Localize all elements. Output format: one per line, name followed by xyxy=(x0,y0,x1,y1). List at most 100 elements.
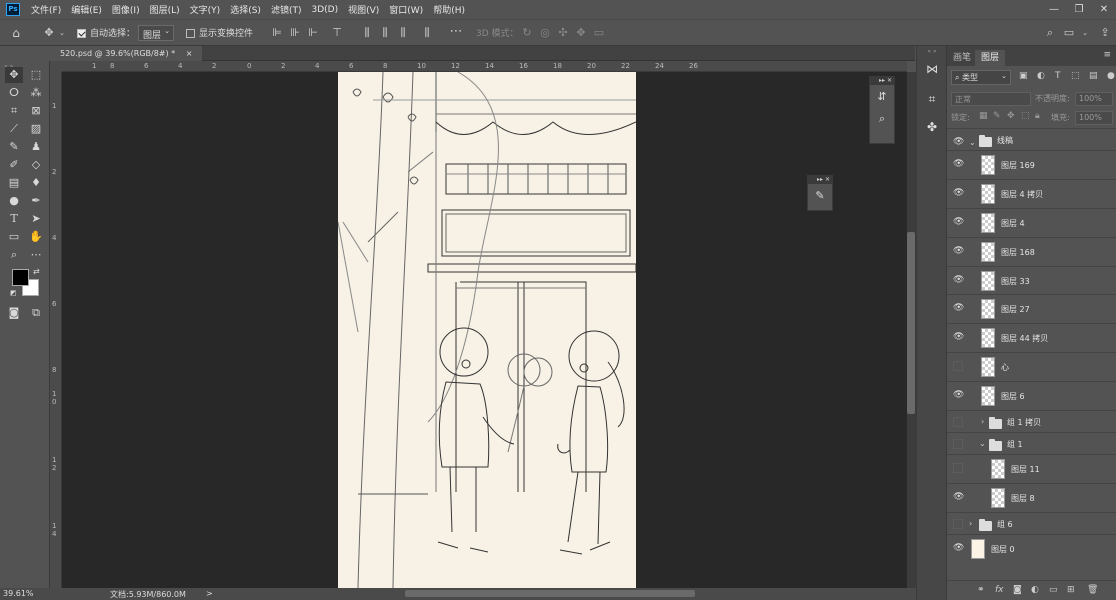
menu-window[interactable]: 窗口(W) xyxy=(389,3,423,16)
align-left-icon[interactable]: ⊫ xyxy=(270,26,284,40)
align-center-icon[interactable]: ⊪ xyxy=(288,26,302,40)
layer-row[interactable]: 心 xyxy=(947,352,1116,381)
visibility-eye-icon[interactable]: 👁︎ xyxy=(953,492,964,502)
visibility-eye-icon[interactable]: 👁︎ xyxy=(953,332,964,342)
distribute-icon[interactable]: ⫼ xyxy=(360,26,374,40)
navigator-icon[interactable]: ⌕ xyxy=(871,109,893,129)
visibility-eye-icon[interactable]: 👁︎ xyxy=(953,275,964,285)
crop-panel-icon[interactable]: ⌗ xyxy=(923,90,941,108)
zoom-level[interactable]: 39.61% xyxy=(0,588,50,600)
menu-type[interactable]: 文字(Y) xyxy=(190,3,221,16)
layer-group-row[interactable]: ⌄ 组 1 xyxy=(947,432,1116,454)
chevron-right-icon[interactable]: › xyxy=(969,519,972,528)
search-icon[interactable]: ⌕ xyxy=(1043,26,1057,40)
visibility-toggle-off[interactable] xyxy=(953,361,963,371)
fill-input[interactable]: 100% xyxy=(1075,111,1113,125)
history-icon[interactable]: ⇵ xyxy=(871,87,893,107)
layer-row[interactable]: 👁︎ 图层 44 拷贝 xyxy=(947,323,1116,352)
visibility-eye-icon[interactable]: 👁︎ xyxy=(953,543,964,553)
lock-position-icon[interactable]: ✥ xyxy=(1007,111,1015,121)
layer-style-icon[interactable]: fx xyxy=(995,585,1004,595)
auto-select-checkbox[interactable] xyxy=(77,29,86,38)
link-layers-icon[interactable]: ⚭ xyxy=(977,585,985,595)
tab-brushes[interactable]: 画笔 xyxy=(947,50,977,66)
layer-row[interactable]: 👁︎ 图层 0 xyxy=(947,534,1116,563)
menu-edit[interactable]: 编辑(E) xyxy=(71,3,102,16)
layer-mask-icon[interactable]: ◙ xyxy=(1013,585,1022,595)
menu-3d[interactable]: 3D(D) xyxy=(311,5,338,15)
status-menu-arrow[interactable]: > xyxy=(206,589,213,598)
document-tab-close[interactable]: × xyxy=(186,49,193,58)
visibility-eye-icon[interactable]: 👁︎ xyxy=(953,246,964,256)
visibility-eye-icon[interactable]: 👁︎ xyxy=(953,188,964,198)
layer-row[interactable]: 图层 11 xyxy=(947,454,1116,483)
filter-adjust-icon[interactable]: ◐ xyxy=(1037,71,1045,81)
history-brush-icon[interactable]: ✐ xyxy=(5,157,23,173)
workspace-chevron-icon[interactable]: ⌄ xyxy=(1080,26,1090,40)
more-options-icon[interactable]: ⋯ xyxy=(448,25,464,39)
swap-colors-icon[interactable]: ⇄ xyxy=(33,267,40,276)
visibility-eye-icon[interactable]: 👁︎ xyxy=(953,390,964,400)
visibility-eye-icon[interactable]: 👁︎ xyxy=(953,137,964,147)
visibility-eye-icon[interactable]: 👁︎ xyxy=(953,303,964,313)
3d-orbit-icon[interactable]: ↻ xyxy=(520,26,534,40)
blend-mode-select[interactable]: 正常 xyxy=(951,92,1031,106)
plugins-icon[interactable]: ✤ xyxy=(923,118,941,136)
show-transform-checkbox[interactable] xyxy=(186,29,195,38)
new-group-icon[interactable]: ▭ xyxy=(1049,585,1058,595)
lock-transparent-icon[interactable]: ▦ xyxy=(979,111,988,121)
menu-image[interactable]: 图像(I) xyxy=(112,3,140,16)
brush-settings-icon[interactable]: ✎ xyxy=(809,186,831,206)
move-tool-icon[interactable]: ✥ xyxy=(40,26,58,40)
layer-row[interactable]: 👁︎ 图层 6 xyxy=(947,381,1116,410)
chevron-down-icon[interactable]: ⌄ xyxy=(969,138,976,147)
vertical-ruler[interactable]: 1 2 4 6 8 1 0 1 2 1 4 xyxy=(50,72,62,588)
doc-info[interactable]: 文档:5.93M/860.0M xyxy=(110,589,186,600)
visibility-eye-icon[interactable]: 👁︎ xyxy=(953,217,964,227)
3d-roll-icon[interactable]: ◎ xyxy=(538,26,552,40)
3d-pan-icon[interactable]: ✣ xyxy=(556,26,570,40)
horizontal-ruler[interactable]: 1 8 6 4 2 0 2 4 6 8 10 12 14 16 18 20 22… xyxy=(62,61,907,72)
restore-button[interactable]: ❐ xyxy=(1066,0,1092,19)
pen-tool-icon[interactable]: ✒ xyxy=(27,193,45,209)
dodge-tool-icon[interactable]: ● xyxy=(5,193,23,209)
panel-header[interactable]: ▸▸ ✕ xyxy=(808,176,832,184)
minimize-button[interactable]: — xyxy=(1041,0,1067,19)
magic-wand-icon[interactable]: ⁂ xyxy=(27,85,45,101)
visibility-eye-icon[interactable]: 👁︎ xyxy=(953,159,964,169)
chevron-down-icon[interactable]: ⌄ xyxy=(58,26,66,40)
menu-layer[interactable]: 图层(L) xyxy=(150,3,180,16)
visibility-toggle-off[interactable] xyxy=(953,463,963,473)
distribute-spacing-icon[interactable]: ⫼ xyxy=(420,26,434,40)
lock-all-icon[interactable]: 🔒︎ xyxy=(1035,111,1040,121)
workspace-icon[interactable]: ▭ xyxy=(1062,26,1076,40)
document-canvas[interactable] xyxy=(337,71,637,589)
marquee-tool-icon[interactable]: ⬚ xyxy=(27,67,45,83)
visibility-toggle-off[interactable] xyxy=(953,519,963,529)
distribute-center-icon[interactable]: ⫼ xyxy=(378,26,392,40)
properties-icon[interactable]: ⋈ xyxy=(923,60,941,78)
layer-row[interactable]: 👁︎ 图层 8 xyxy=(947,483,1116,512)
vertical-scrollbar-thumb[interactable] xyxy=(907,232,915,414)
rectangle-tool-icon[interactable]: ▭ xyxy=(5,229,23,245)
healing-brush-icon[interactable]: ▨ xyxy=(27,121,45,137)
opacity-input[interactable]: 100% xyxy=(1075,92,1113,106)
eraser-tool-icon[interactable]: ◇ xyxy=(27,157,45,173)
share-icon[interactable]: ⇪ xyxy=(1098,26,1112,40)
brush-tool-icon[interactable]: ✎ xyxy=(5,139,23,155)
visibility-toggle-off[interactable] xyxy=(953,439,963,449)
menu-filter[interactable]: 滤镜(T) xyxy=(271,3,302,16)
default-colors-icon[interactable]: ◩ xyxy=(10,289,17,297)
new-layer-icon[interactable]: ⊞ xyxy=(1067,585,1075,595)
lock-pixels-icon[interactable]: ✎ xyxy=(993,111,1001,121)
filter-toggle-icon[interactable]: ● xyxy=(1107,71,1115,81)
menu-view[interactable]: 视图(V) xyxy=(348,3,379,16)
stamp-tool-icon[interactable]: ♟ xyxy=(27,139,45,155)
filter-type-icon[interactable]: T xyxy=(1055,71,1061,81)
layer-filter-select[interactable]: ⌕ 类型 ⌄ xyxy=(951,70,1011,85)
blur-tool-icon[interactable]: ♦ xyxy=(27,175,45,191)
layer-row[interactable]: 👁︎ 图层 27 xyxy=(947,294,1116,323)
frame-tool-icon[interactable]: ⊠ xyxy=(27,103,45,119)
lasso-tool-icon[interactable]: ⵔ xyxy=(5,85,23,101)
layer-row[interactable]: 👁︎ 图层 4 xyxy=(947,208,1116,237)
